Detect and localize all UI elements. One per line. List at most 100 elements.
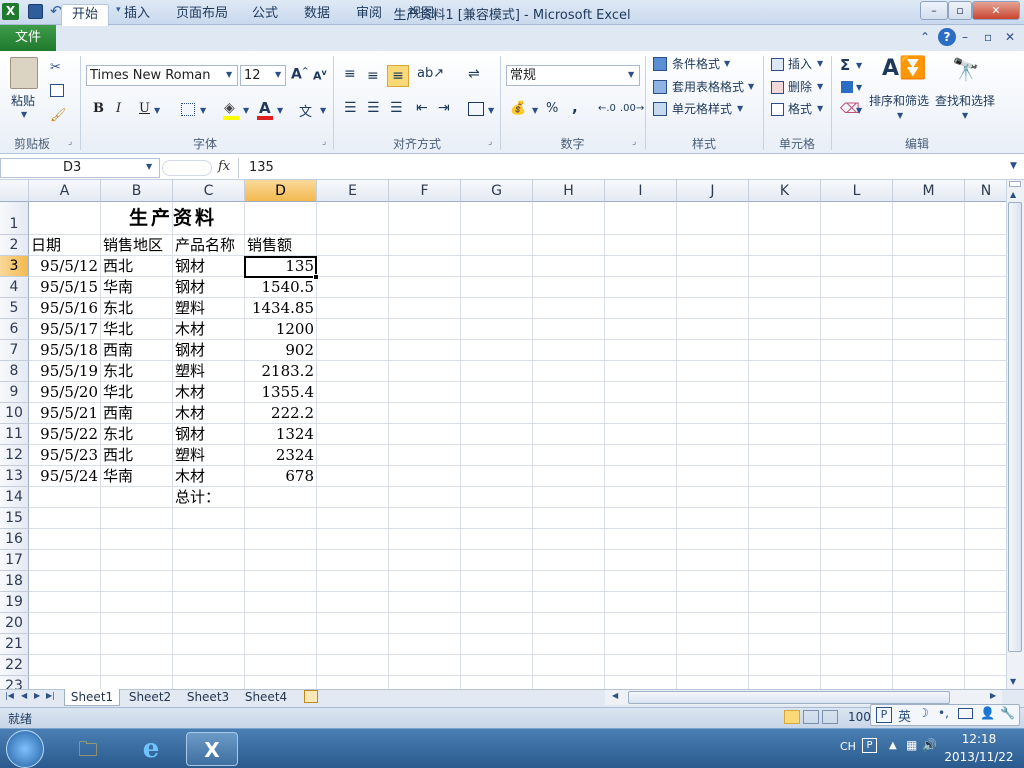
sort-filter-icon[interactable]: A⏬ <box>882 56 926 81</box>
date-cell[interactable]: 95/5/23 <box>29 445 101 466</box>
column-header-c[interactable]: C <box>173 180 245 202</box>
sort-filter-button[interactable]: 排序和筛选 <box>869 92 929 110</box>
clock-time[interactable]: 12:18 <box>940 732 1018 746</box>
insert-function-icon[interactable]: fx <box>218 159 230 174</box>
insert-cells-button[interactable]: 插入 <box>788 55 812 73</box>
date-cell[interactable]: 95/5/18 <box>29 340 101 361</box>
maximize-button[interactable]: ▫ <box>948 1 972 20</box>
phonetic-guide-icon[interactable]: 文 <box>299 101 312 120</box>
product-cell[interactable]: 木材 <box>175 319 205 340</box>
copy-icon[interactable] <box>50 84 64 97</box>
font-name-select[interactable]: Times New Roman <box>86 65 238 86</box>
number-dialog-launcher-icon[interactable]: ⌟ <box>632 137 636 147</box>
language-indicator[interactable]: CH <box>840 740 856 753</box>
percent-style-button[interactable]: % <box>546 101 558 116</box>
page-layout-view-icon[interactable] <box>803 710 819 724</box>
column-header-b[interactable]: B <box>101 180 173 202</box>
sales-cell[interactable]: 1434.85 <box>245 298 317 319</box>
conditional-format-button[interactable]: 条件格式 <box>672 55 720 73</box>
column-header-l[interactable]: L <box>821 180 893 202</box>
row-header-18[interactable]: 18 <box>0 571 29 592</box>
font-name-dropdown-icon[interactable]: ▼ <box>226 70 232 79</box>
row-header-19[interactable]: 19 <box>0 592 29 613</box>
font-dialog-launcher-icon[interactable]: ⌟ <box>322 137 326 147</box>
date-cell[interactable]: 95/5/20 <box>29 382 101 403</box>
sales-cell[interactable]: 1324 <box>245 424 317 445</box>
product-cell[interactable]: 塑料 <box>175 298 205 319</box>
format-dropdown-icon[interactable]: ▼ <box>817 104 823 113</box>
comma-style-button[interactable]: , <box>572 98 578 116</box>
align-left-icon[interactable]: ☰ <box>344 100 357 116</box>
wrap-text-icon[interactable]: ⇌ <box>468 66 480 82</box>
delete-cells-button[interactable]: 删除 <box>788 78 812 96</box>
align-center-icon[interactable]: ☰ <box>367 100 380 116</box>
tab-review[interactable]: 审阅 <box>346 4 392 26</box>
row-header-9[interactable]: 9 <box>0 382 29 403</box>
format-cells-icon[interactable] <box>771 103 784 116</box>
cell-styles-dropdown-icon[interactable]: ▼ <box>737 104 743 113</box>
product-cell[interactable]: 钢材 <box>175 256 205 277</box>
format-cells-button[interactable]: 格式 <box>788 100 812 118</box>
increase-decimal-icon[interactable]: ←.0 <box>598 103 616 114</box>
product-cell[interactable]: 塑料 <box>175 361 205 382</box>
find-select-icon[interactable]: 🔭 <box>952 58 979 83</box>
paste-button[interactable]: 粘贴 <box>11 92 35 110</box>
sort-dropdown-icon[interactable]: ▼ <box>897 111 903 120</box>
name-box-dropdown-icon[interactable]: ▼ <box>146 162 152 171</box>
delete-cells-icon[interactable] <box>771 81 784 94</box>
ime-mode-icon[interactable]: P <box>876 707 892 723</box>
find-dropdown-icon[interactable]: ▼ <box>962 111 968 120</box>
shrink-font-icon[interactable]: Av <box>313 68 327 83</box>
product-cell[interactable]: 木材 <box>175 382 205 403</box>
row-header-13[interactable]: 13 <box>0 466 29 487</box>
number-format-dropdown-icon[interactable]: ▼ <box>628 70 634 79</box>
sales-cell[interactable]: 2183.2 <box>245 361 317 382</box>
date-cell[interactable]: 95/5/21 <box>29 403 101 424</box>
name-box[interactable]: D3 <box>0 158 160 178</box>
column-header-k[interactable]: K <box>749 180 821 202</box>
cell-styles-icon[interactable] <box>653 102 667 116</box>
region-cell[interactable]: 华北 <box>103 382 133 403</box>
last-sheet-icon[interactable]: ▶| <box>46 691 55 700</box>
network-icon[interactable]: ▦ <box>906 738 917 752</box>
worksheet-grid[interactable]: A B C D E F G H I J K L M N 1 2 3 4 5 6 … <box>0 180 1008 689</box>
minimize-button[interactable]: – <box>920 1 948 20</box>
clipboard-dialog-launcher-icon[interactable]: ⌟ <box>68 137 72 147</box>
insert-cells-icon[interactable] <box>771 58 784 71</box>
product-cell[interactable]: 木材 <box>175 466 205 487</box>
product-cell[interactable]: 钢材 <box>175 340 205 361</box>
fill-dropdown-icon[interactable]: ▼ <box>856 83 862 92</box>
region-cell[interactable]: 华北 <box>103 319 133 340</box>
minimize-ribbon-icon[interactable]: ⌃ <box>920 30 930 44</box>
formula-bar-resize-handle[interactable] <box>162 160 212 176</box>
formula-input[interactable]: 135 <box>238 158 1006 178</box>
cut-icon[interactable]: ✂ <box>50 60 61 75</box>
zoom-level[interactable]: 100 <box>848 710 871 724</box>
row-header-3[interactable]: 3 <box>0 256 29 277</box>
ime-tray-icon[interactable]: P <box>862 738 877 753</box>
date-cell[interactable]: 95/5/15 <box>29 277 101 298</box>
expand-formula-bar-icon[interactable]: ▼ <box>1010 161 1017 171</box>
merge-center-icon[interactable] <box>468 102 484 116</box>
scroll-left-icon[interactable]: ◀ <box>612 691 618 700</box>
tray-expand-icon[interactable]: ▲ <box>889 740 897 751</box>
tab-file[interactable]: 文件 <box>0 25 56 51</box>
row-header-6[interactable]: 6 <box>0 319 29 340</box>
normal-view-icon[interactable] <box>784 710 800 724</box>
sales-cell[interactable]: 678 <box>245 466 317 487</box>
row-header-17[interactable]: 17 <box>0 550 29 571</box>
date-cell[interactable]: 95/5/17 <box>29 319 101 340</box>
row-header-5[interactable]: 5 <box>0 298 29 319</box>
sales-cell[interactable]: 1200 <box>245 319 317 340</box>
column-header-m[interactable]: M <box>893 180 965 202</box>
scroll-up-icon[interactable]: ▲ <box>1010 190 1016 199</box>
number-format-select[interactable]: 常规 <box>506 65 640 86</box>
fill-color-dropdown-icon[interactable]: ▼ <box>243 106 249 115</box>
prev-sheet-icon[interactable]: ◀ <box>21 691 27 700</box>
increase-indent-icon[interactable]: ⇥ <box>438 100 450 116</box>
column-header-d[interactable]: D <box>245 180 317 202</box>
row-header-12[interactable]: 12 <box>0 445 29 466</box>
borders-dropdown-icon[interactable]: ▼ <box>200 106 206 115</box>
ime-moon-icon[interactable]: ☽ <box>918 706 929 720</box>
row-header-22[interactable]: 22 <box>0 655 29 676</box>
